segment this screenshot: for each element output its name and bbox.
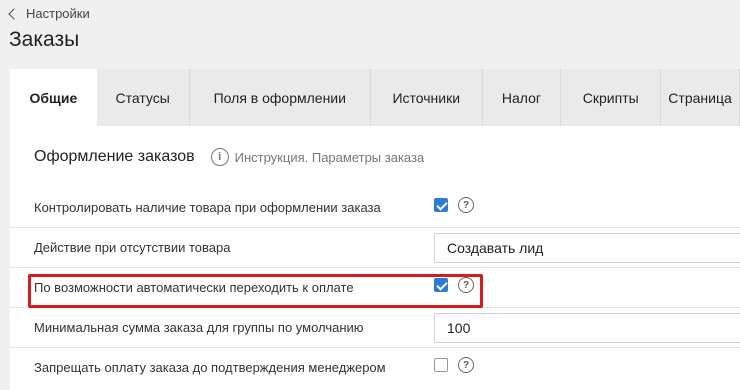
tab-page[interactable]: Страница xyxy=(661,69,740,126)
auto-payment-checkbox[interactable] xyxy=(434,278,448,292)
select-value: Создавать лид xyxy=(447,240,544,256)
input-value: 100 xyxy=(447,320,471,336)
setting-label: Действие при отсутствии товара xyxy=(34,240,231,255)
setting-label: По возможности автоматически переходить … xyxy=(34,280,354,295)
help-icon[interactable]: ? xyxy=(458,277,474,293)
tab-scripts[interactable]: Скрипты xyxy=(561,69,662,126)
tab-checkout-fields[interactable]: Поля в оформлении xyxy=(190,69,372,126)
chevron-left-icon xyxy=(8,8,20,20)
section-title: Оформление заказов xyxy=(34,148,195,165)
setting-label: Минимальная сумма заказа для группы по у… xyxy=(34,320,364,335)
help-icon[interactable]: ? xyxy=(458,357,474,373)
tab-sources[interactable]: Источники xyxy=(371,69,483,126)
back-link-label: Настройки xyxy=(26,6,90,21)
help-icon[interactable]: ? xyxy=(458,197,474,213)
section-header: Оформление заказов i Инструкция. Парамет… xyxy=(34,148,424,166)
page-title: Заказы xyxy=(9,28,80,51)
min-order-sum-input[interactable]: 100 xyxy=(434,313,740,343)
setting-row-min-order-sum: Минимальная сумма заказа для группы по у… xyxy=(10,308,740,348)
tab-bar: Общие Статусы Поля в оформлении Источник… xyxy=(10,69,740,126)
info-icon: i xyxy=(210,148,229,166)
tab-tax[interactable]: Налог xyxy=(483,69,562,126)
block-payment-checkbox[interactable] xyxy=(434,358,448,372)
setting-label: Запрещать оплату заказа до подтверждения… xyxy=(34,360,386,375)
instruction-link[interactable]: Инструкция. Параметры заказа xyxy=(235,150,425,165)
tab-general[interactable]: Общие xyxy=(10,69,97,126)
back-link[interactable]: Настройки xyxy=(8,6,90,21)
setting-label: Контролировать наличие товара при оформл… xyxy=(34,200,381,215)
setting-row-block-payment: Запрещать оплату заказа до подтверждения… xyxy=(10,348,740,388)
tab-statuses[interactable]: Статусы xyxy=(97,69,190,126)
out-of-stock-action-select[interactable]: Создавать лид xyxy=(434,233,740,263)
settings-panel: Оформление заказов i Инструкция. Парамет… xyxy=(10,126,740,390)
stock-control-checkbox[interactable] xyxy=(434,198,448,212)
setting-row-stock-control: Контролировать наличие товара при оформл… xyxy=(10,188,740,228)
setting-row-out-of-stock-action: Действие при отсутствии товара Создавать… xyxy=(10,228,740,268)
setting-row-auto-payment: По возможности автоматически переходить … xyxy=(10,268,740,308)
